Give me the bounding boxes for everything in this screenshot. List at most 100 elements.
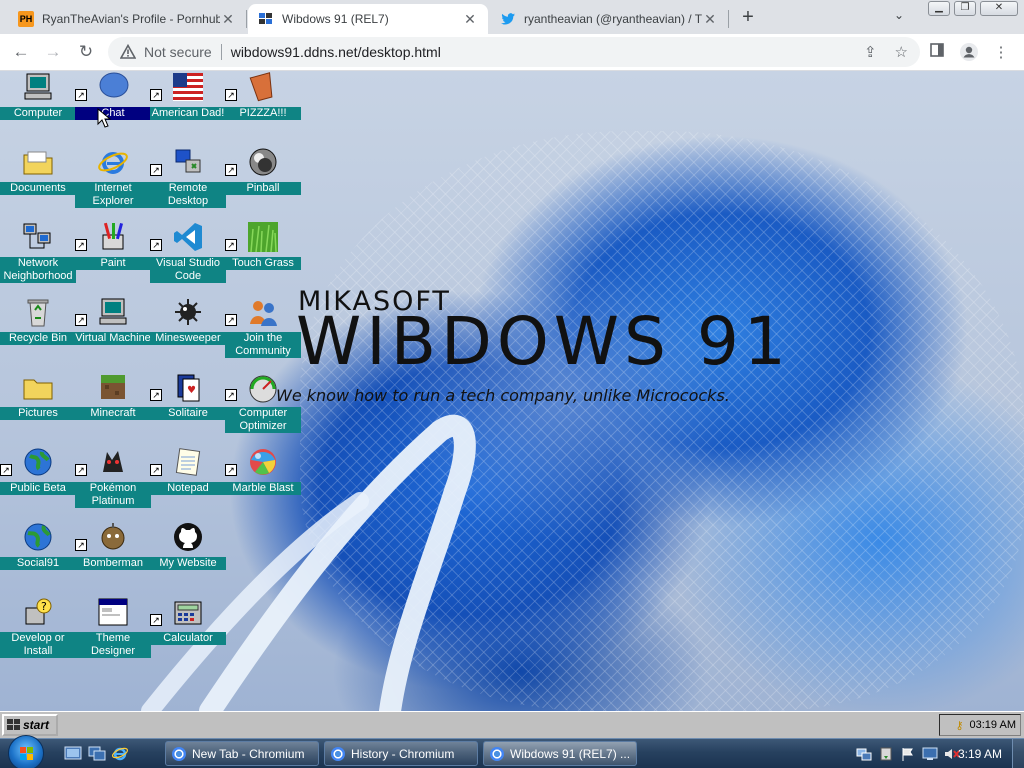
desktop-icon-remote-desktop[interactable]: ↗ Remote Desktop: [150, 146, 226, 221]
bookmark-star-icon[interactable]: ☆: [895, 43, 908, 61]
tab-title: ryantheavian (@ryantheavian) / T: [524, 12, 702, 26]
desktop-icon-develop-or-install[interactable]: ? Develop or Install: [0, 596, 76, 671]
minimize-window-button[interactable]: ▁: [928, 1, 950, 16]
shortcut-arrow-icon: ↗: [0, 464, 12, 476]
warning-triangle-icon[interactable]: [120, 44, 136, 60]
desktop-icon-minecraft[interactable]: Minecraft: [75, 371, 151, 446]
desktop-icon-solitaire[interactable]: ♥ ↗ Solitaire: [150, 371, 226, 446]
desktop-icon-pizzza[interactable]: ↗ PIZZZA!!!: [225, 71, 301, 146]
address-bar[interactable]: Not secure wibdows91.ddns.net/desktop.ht…: [108, 37, 920, 67]
desktop-icon-computer-optimizer[interactable]: ↗ Computer Optimizer: [225, 371, 301, 446]
gauge-icon: [249, 375, 277, 403]
desktop-icon-public-beta[interactable]: ↗ Public Beta: [0, 446, 76, 521]
taskbar-item-wibdows91[interactable]: Wibdows 91 (REL7) ...: [483, 741, 637, 766]
wibdows-clock[interactable]: 03:19 AM: [970, 719, 1016, 731]
tab-twitter[interactable]: ryantheavian (@ryantheavian) / T ✕: [490, 4, 728, 34]
desktop-icon-label: Minecraft: [75, 407, 151, 420]
computer-icon: [99, 298, 127, 325]
tab-search-chevron-icon[interactable]: ⌄: [894, 8, 904, 22]
solitaire-icon: ♥: [177, 374, 200, 402]
desktop-icon-pokemon-platinum[interactable]: ↗ Pokémon Platinum: [75, 446, 151, 521]
desktop-icon-theme-designer[interactable]: Theme Designer: [75, 596, 151, 671]
safely-remove-hardware-icon[interactable]: [878, 746, 894, 762]
wibdows-start-button[interactable]: start: [2, 714, 58, 736]
svg-text:?: ?: [41, 600, 47, 613]
desktop-icon-pinball[interactable]: ↗ Pinball: [225, 146, 301, 221]
desktop-icon-computer[interactable]: Computer: [0, 71, 76, 146]
desktop-icon-paint[interactable]: ↗ Paint: [75, 221, 151, 296]
tab-divider: [246, 10, 247, 28]
shortcut-arrow-icon: ↗: [225, 314, 237, 326]
desktop-icon-join-the-community[interactable]: ↗ Join the Community: [225, 296, 301, 371]
close-tab-icon[interactable]: ✕: [220, 11, 236, 28]
desktop-icon-network-neighborhood[interactable]: Network Neighborhood: [0, 221, 76, 296]
network-monitor-icon[interactable]: [856, 746, 872, 762]
taskbar-item-new-tab[interactable]: New Tab - Chromium: [165, 741, 319, 766]
desktop-icon-virtual-machine[interactable]: ↗ Virtual Machine: [75, 296, 151, 371]
profile-avatar-icon[interactable]: [958, 42, 980, 64]
desktop-icon-my-website[interactable]: My Website: [150, 521, 226, 596]
desktop-icon-marble-blast[interactable]: ↗ Marble Blast: [225, 446, 301, 521]
desktop-icon-label: Develop or Install: [0, 632, 76, 658]
host-taskbar: New Tab - Chromium History - Chromium Wi…: [0, 735, 1024, 768]
vscode-icon: [174, 223, 202, 251]
desktop-icon-social91[interactable]: Social91: [0, 521, 76, 596]
desktop-icon-chat[interactable]: ↗ Chat: [75, 71, 151, 146]
display-icon[interactable]: [922, 746, 938, 762]
desktop-icon-bomberman[interactable]: ↗ Bomberman: [75, 521, 151, 596]
forward-arrow-icon[interactable]: →: [42, 42, 64, 64]
new-tab-button[interactable]: +: [736, 6, 760, 30]
share-icon[interactable]: ⇪: [864, 43, 877, 61]
desktop-icon-label: Paint: [75, 257, 151, 270]
shortcut-arrow-icon: ↗: [225, 164, 237, 176]
computer-icon: [24, 73, 52, 100]
desktop-icon-minesweeper[interactable]: Minesweeper: [150, 296, 226, 371]
paint-icon: [102, 222, 124, 250]
host-clock[interactable]: 3:19 AM: [958, 747, 1002, 761]
close-tab-icon[interactable]: ✕: [702, 11, 718, 28]
desktop-icon-american-dad[interactable]: ↗ American Dad!: [150, 71, 226, 146]
desktop-icon-notepad[interactable]: ↗ Notepad: [150, 446, 226, 521]
desktop-icon-touch-grass[interactable]: ↗ Touch Grass: [225, 221, 301, 296]
taskbar-item-history[interactable]: History - Chromium: [324, 741, 478, 766]
taskbar-item-label: History - Chromium: [351, 746, 455, 761]
start-label: start: [23, 718, 50, 732]
key-icon[interactable]: ⚷: [955, 719, 963, 732]
windows-flag-icon: [20, 747, 33, 760]
desktop-icon-visual-studio-code[interactable]: ↗ Visual Studio Code: [150, 221, 226, 296]
desktop-icon-label: Notepad: [150, 482, 226, 495]
switch-windows-icon[interactable]: [88, 744, 106, 762]
desktop-icon-documents[interactable]: Documents: [0, 146, 76, 221]
marble-icon: [250, 449, 276, 475]
tab-wibdows91[interactable]: Wibdows 91 (REL7) ✕: [248, 4, 488, 34]
desktop-icon-recycle-bin[interactable]: Recycle Bin: [0, 296, 76, 371]
action-center-flag-icon[interactable]: [900, 746, 916, 762]
github-icon: [174, 523, 202, 551]
internet-explorer-icon[interactable]: [111, 744, 129, 762]
desktop-icon-label: Calculator: [150, 632, 226, 645]
tab-pornhub-profile[interactable]: PH RyanTheAvian's Profile - Pornhub ✕: [8, 4, 246, 34]
windows-start-orb-icon[interactable]: [8, 735, 44, 768]
reload-icon[interactable]: ↻: [75, 42, 97, 64]
show-desktop-icon[interactable]: [64, 744, 82, 762]
url-text[interactable]: wibdows91.ddns.net/desktop.html: [231, 44, 441, 60]
svg-text:♥: ♥: [187, 385, 196, 396]
menu-kebab-icon[interactable]: ⋮: [990, 42, 1012, 64]
show-desktop-button[interactable]: [1012, 739, 1024, 768]
back-arrow-icon[interactable]: ←: [10, 42, 32, 64]
shortcut-arrow-icon: ↗: [75, 464, 87, 476]
wibdows-desktop[interactable]: MIKASOFT WIBDOWS 91 We know how to run a…: [0, 71, 1024, 711]
side-panel-icon[interactable]: [926, 42, 948, 64]
desktop-icon-internet-explorer[interactable]: Internet Explorer: [75, 146, 151, 221]
taskbar-item-label: New Tab - Chromium: [192, 746, 305, 761]
shortcut-arrow-icon: ↗: [150, 239, 162, 251]
pornhub-favicon-icon: PH: [18, 11, 34, 27]
desktop-icon-calculator[interactable]: ↗ Calculator: [150, 596, 226, 671]
shortcut-arrow-icon: ↗: [75, 89, 87, 101]
folder-icon: [23, 379, 53, 400]
close-window-button[interactable]: ✕: [980, 1, 1018, 16]
desktop-icon-pictures[interactable]: Pictures: [0, 371, 76, 446]
close-tab-icon[interactable]: ✕: [462, 11, 478, 28]
security-status[interactable]: Not secure: [144, 44, 212, 60]
restore-window-button[interactable]: ❐: [954, 1, 976, 16]
